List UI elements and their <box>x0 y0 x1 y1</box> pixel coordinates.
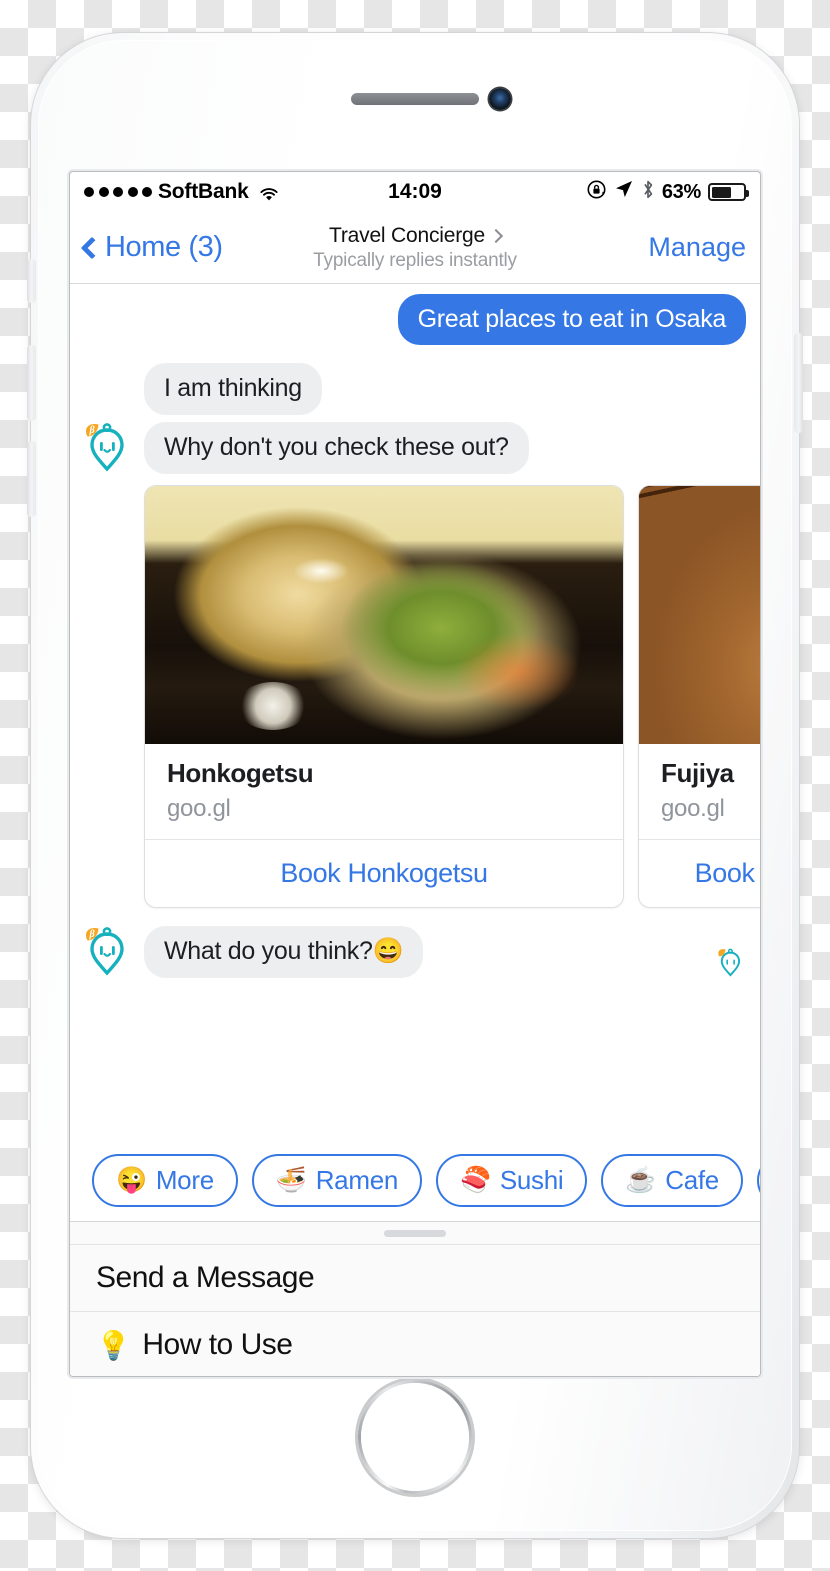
drag-handle-icon[interactable] <box>70 1222 760 1244</box>
card-carousel[interactable]: Honkogetsu goo.gl Book Honkogetsu Fujiya… <box>144 481 760 912</box>
battery-icon <box>708 183 749 201</box>
quick-reply-label: More <box>155 1165 214 1195</box>
seen-indicator-bot-avatar-icon <box>716 948 746 978</box>
rotation-lock-icon <box>586 179 607 206</box>
chrysanthemum-icon <box>237 681 309 730</box>
svg-text:β: β <box>88 929 95 940</box>
message-row-outgoing: Great places to eat in Osaka <box>70 294 760 346</box>
card-image-honkogetsu <box>145 485 623 744</box>
ramen-emoji-icon: 🍜 <box>275 1166 307 1194</box>
message-row-incoming: β What do you think?😄 <box>70 926 760 978</box>
location-arrow-icon <box>614 179 634 205</box>
message-row-incoming: I am thinking <box>70 363 760 415</box>
page-title-button[interactable]: Travel Concierge <box>329 223 504 248</box>
bluetooth-icon <box>641 179 655 206</box>
home-button-icon[interactable] <box>358 1380 472 1494</box>
message-bubble-outgoing[interactable]: Great places to eat in Osaka <box>397 294 746 346</box>
manage-button[interactable]: Manage <box>648 232 746 263</box>
card-image-fujiya <box>639 485 760 744</box>
page-title: Travel Concierge <box>329 223 485 247</box>
card-subtitle: goo.gl <box>661 794 725 822</box>
status-bar: SoftBank 14:09 63% <box>70 172 760 212</box>
card-body: Fujiya goo.gl <box>639 744 760 840</box>
phone-screen: SoftBank 14:09 63% Home (3) Travel Conci… <box>70 172 760 1376</box>
nav-bar: Home (3) Travel Concierge Typically repl… <box>70 212 760 284</box>
coffee-emoji-icon: ☕ <box>625 1166 657 1194</box>
quick-reply-bar[interactable]: 😜 More 🍜 Ramen 🍣 Sushi ☕ Cafe 🍤 <box>70 1144 760 1221</box>
chevron-right-icon <box>488 228 504 243</box>
avatar-slot: β <box>84 926 136 978</box>
battery-percent-label: 63% <box>661 180 701 203</box>
message-bubble-incoming[interactable]: I am thinking <box>144 363 322 415</box>
menu-item-send-a-message[interactable]: Send a Message <box>70 1244 760 1311</box>
message-bubble-incoming[interactable]: Why don't you check these out? <box>144 422 529 474</box>
quick-reply-label: Sushi <box>499 1165 564 1195</box>
mute-switch-icon[interactable] <box>27 259 36 303</box>
quick-reply-label: Ramen <box>315 1165 399 1195</box>
card-title: Fujiya <box>661 757 734 788</box>
earpiece-speaker-icon <box>351 93 479 105</box>
menu-item-how-to-use[interactable]: 💡 How to Use <box>70 1311 760 1376</box>
iphone-device: SoftBank 14:09 63% Home (3) Travel Conci… <box>27 33 803 1538</box>
back-button[interactable]: Home (3) <box>80 231 223 264</box>
card-subtitle: goo.gl <box>167 794 231 822</box>
quick-reply-ramen[interactable]: 🍜 Ramen <box>251 1154 423 1207</box>
message-thread[interactable]: Great places to eat in Osaka I am thinki… <box>70 284 760 1144</box>
card-action-button[interactable]: Book Honkogetsu <box>145 840 623 907</box>
carousel-card[interactable]: Fujiya goo.gl Book Fujiya <box>638 484 760 908</box>
bot-avatar-icon: β <box>84 422 132 474</box>
card-action-button[interactable]: Book Fujiya <box>639 840 760 907</box>
quick-reply-partial[interactable]: 🍤 <box>756 1154 760 1207</box>
quick-reply-cafe[interactable]: ☕ Cafe <box>601 1154 743 1207</box>
power-button-icon[interactable] <box>794 333 803 433</box>
quick-reply-more[interactable]: 😜 More <box>92 1154 238 1207</box>
bot-avatar-icon: β <box>84 926 132 978</box>
volume-up-button-icon[interactable] <box>27 345 36 421</box>
message-bubble-incoming[interactable]: What do you think?😄 <box>144 926 424 978</box>
svg-text:β: β <box>88 425 95 436</box>
quick-reply-sushi[interactable]: 🍣 Sushi <box>436 1154 588 1207</box>
quick-reply-label: Cafe <box>665 1165 719 1195</box>
avatar-slot: β <box>84 422 136 474</box>
highlight-glint-icon <box>293 557 349 584</box>
lightbulb-icon: 💡 <box>96 1329 131 1361</box>
winking-tongue-emoji-icon: 😜 <box>116 1166 147 1194</box>
back-button-label: Home (3) <box>105 231 223 263</box>
sushi-emoji-icon: 🍣 <box>460 1166 491 1194</box>
message-row-incoming: β Why don't you check these out? <box>70 422 760 474</box>
card-title: Honkogetsu <box>167 757 314 788</box>
menu-item-label: How to Use <box>142 1328 293 1361</box>
volume-down-button-icon[interactable] <box>27 441 36 517</box>
card-body: Honkogetsu goo.gl <box>145 744 623 840</box>
chevron-left-icon <box>80 236 104 259</box>
persistent-menu-sheet: Send a Message 💡 How to Use 🔄 Restart/Ca… <box>70 1221 760 1376</box>
menu-item-label: Send a Message <box>96 1261 315 1294</box>
front-camera-icon <box>489 88 511 110</box>
carousel-card[interactable]: Honkogetsu goo.gl Book Honkogetsu <box>144 484 624 908</box>
status-right: 63% <box>586 179 749 206</box>
